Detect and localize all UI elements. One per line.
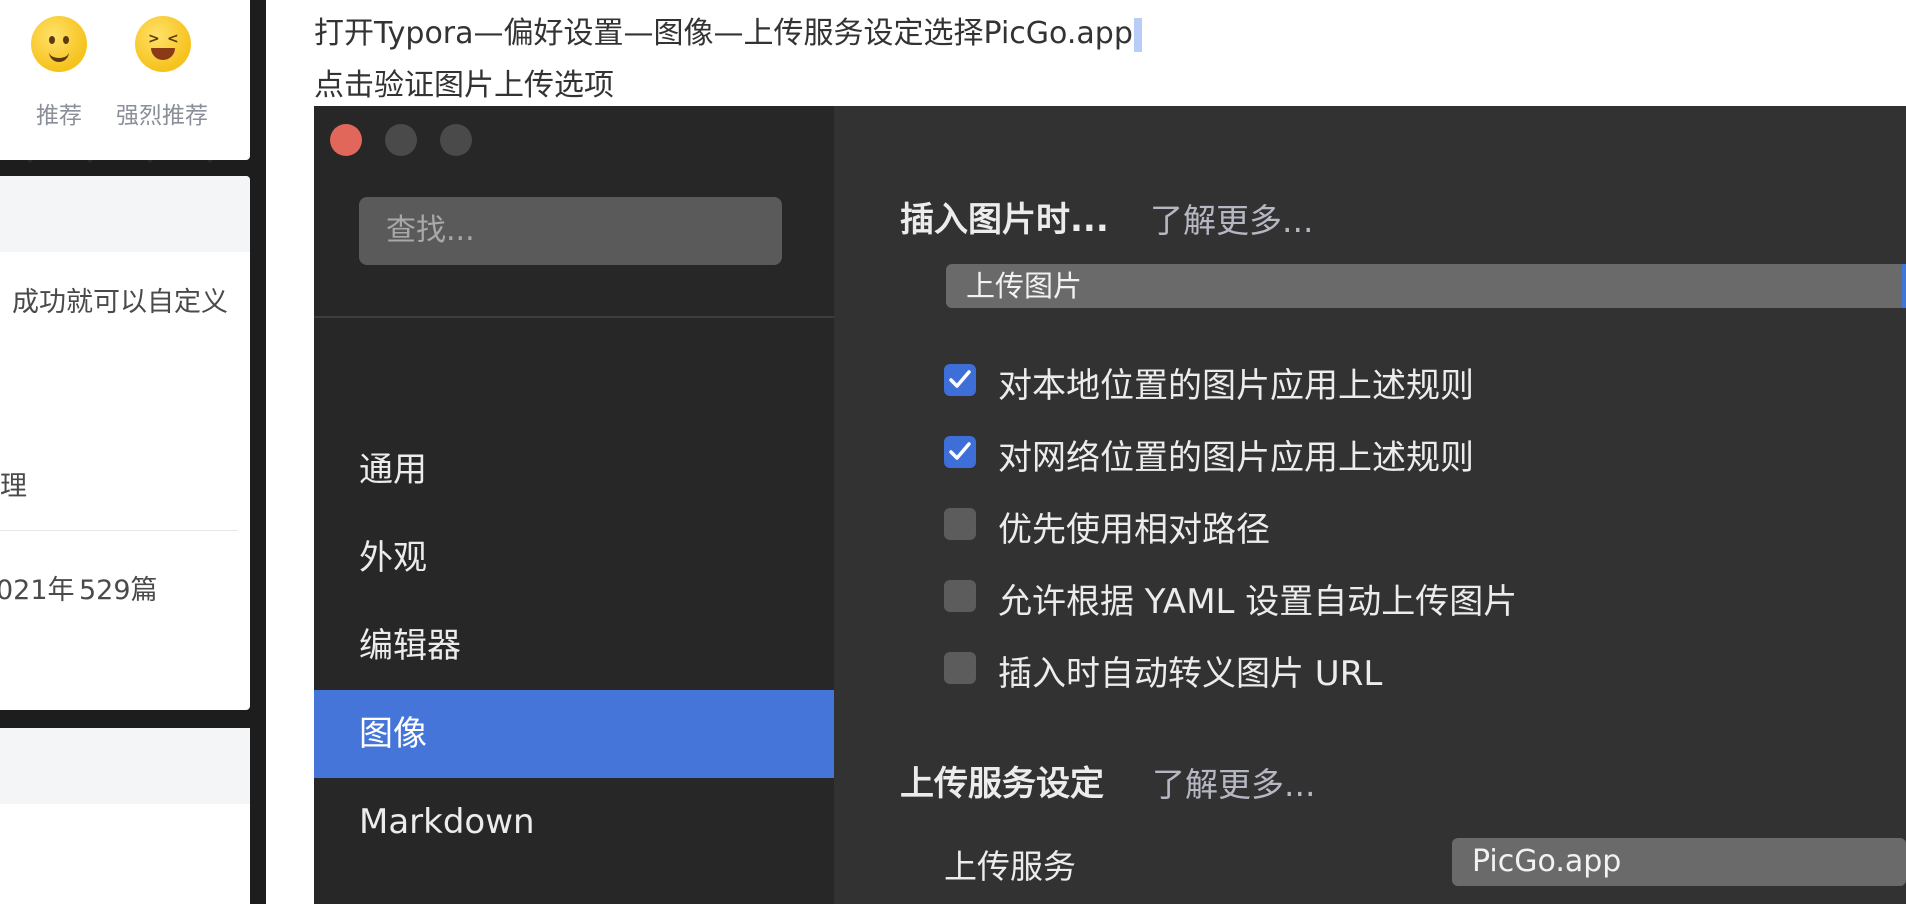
article-paragraph-1[interactable]: 打开Typora—偏好设置—图像—上传服务设定选择PicGo.app	[314, 8, 1142, 52]
nav-item-appearance[interactable]: 外观	[314, 514, 834, 602]
preferences-search-input[interactable]: 查找...	[359, 197, 782, 265]
stats-posts: 529篇	[79, 575, 158, 606]
upload-service-title: 上传服务设定	[900, 764, 1104, 804]
smiley-face-icon[interactable]	[31, 16, 87, 72]
card-header-band	[0, 176, 250, 252]
check-icon	[949, 442, 971, 460]
comment-item-text: 理	[0, 471, 27, 502]
nav-item-editor[interactable]: 编辑器	[314, 602, 834, 690]
insert-image-title: 插入图片时...	[900, 200, 1109, 240]
text-cursor	[1133, 17, 1142, 52]
option-label-escape-url: 插入时自动转义图片 URL	[998, 654, 1383, 694]
laughing-face-icon[interactable]: > <	[135, 16, 191, 72]
option-label-local-images: 对本地位置的图片应用上述规则	[998, 366, 1474, 406]
minimize-window-button[interactable]	[385, 124, 417, 156]
nav-item-general[interactable]: 通用	[314, 426, 834, 514]
preferences-sidebar: 查找... 通用 外观 编辑器 图像 Markdown	[314, 106, 834, 904]
card-header-band	[0, 728, 250, 804]
option-label-yaml-upload: 允许根据 YAML 设置自动上传图片	[998, 582, 1518, 622]
checkbox-yaml-upload[interactable]	[944, 580, 976, 612]
checkbox-relative-path[interactable]	[944, 508, 976, 540]
select-focus-accent	[1902, 264, 1906, 308]
article-paragraph-2[interactable]: 点击验证图片上传选项	[314, 60, 614, 104]
reaction-card: > < 推荐 强烈推荐	[0, 0, 250, 160]
close-window-button[interactable]	[330, 124, 362, 156]
upload-service-label: 上传服务	[944, 847, 1076, 886]
typora-preferences-window: 查找... 通用 外观 编辑器 图像 Markdown 插入图片时... 了解更…	[314, 106, 1906, 904]
insert-image-learn-more-link[interactable]: 了解更多...	[1150, 194, 1313, 242]
reaction-label-strongly-recommend: 强烈推荐	[116, 103, 208, 129]
stats-year: 021年	[0, 575, 75, 606]
option-label-relative-path: 优先使用相对路径	[998, 510, 1270, 550]
checkbox-escape-url[interactable]	[944, 652, 976, 684]
upload-service-select[interactable]: PicGo.app	[1452, 838, 1906, 886]
comment-snippet: 成功就可以自定义	[12, 287, 228, 318]
article-line-1: 打开Typora—偏好设置—图像—上传服务设定选择PicGo.app	[314, 16, 1133, 51]
check-icon	[949, 370, 971, 388]
zoom-window-button[interactable]	[440, 124, 472, 156]
checkbox-local-images[interactable]	[944, 364, 976, 396]
insert-image-action-select[interactable]: 上传图片	[946, 264, 1906, 308]
upload-service-learn-more-link[interactable]: 了解更多...	[1152, 758, 1315, 806]
nav-item-image[interactable]: 图像	[314, 690, 834, 778]
bottom-card	[0, 728, 250, 904]
insert-image-action-value: 上传图片	[966, 269, 1083, 303]
nav-item-markdown[interactable]: Markdown	[314, 778, 834, 866]
reaction-label-recommend: 推荐	[36, 103, 82, 129]
card-divider	[0, 530, 238, 531]
option-label-network-images: 对网络位置的图片应用上述规则	[998, 438, 1474, 478]
comment-card: 成功就可以自定义 理 021年 529篇	[0, 176, 250, 710]
sidebar-divider	[314, 316, 834, 318]
checkbox-network-images[interactable]	[944, 436, 976, 468]
